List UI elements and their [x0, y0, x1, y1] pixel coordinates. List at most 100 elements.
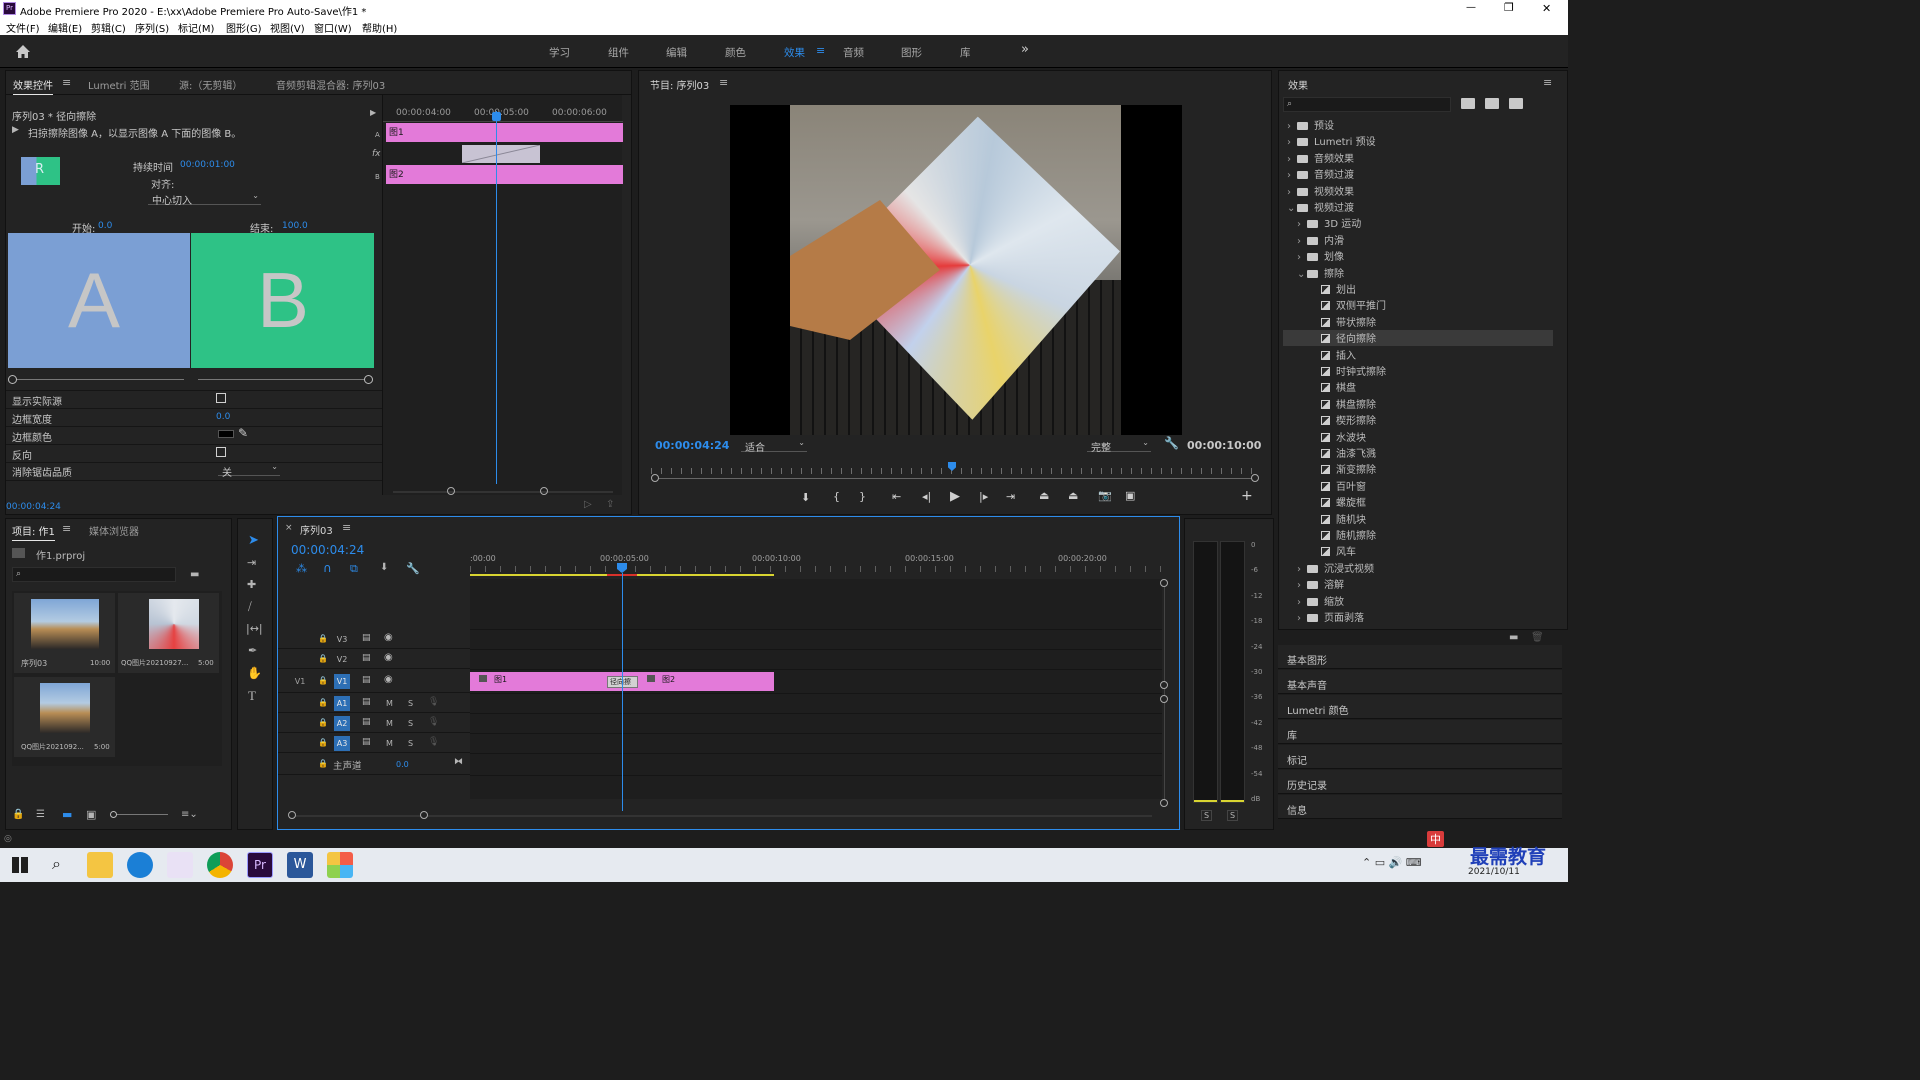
- project-item-image-2[interactable]: QQ图片2021092... 5:00: [14, 677, 115, 757]
- section-info[interactable]: 信息: [1278, 795, 1562, 819]
- section-libraries[interactable]: 库: [1278, 720, 1562, 744]
- new-bin-icon[interactable]: ▬: [1509, 632, 1518, 643]
- file-explorer-icon[interactable]: [87, 852, 113, 878]
- effect-item[interactable]: 棋盘擦除: [1283, 396, 1553, 412]
- fit-dropdown[interactable]: 适合 ⌄: [741, 437, 807, 454]
- mic-icon[interactable]: 🎙: [428, 717, 439, 727]
- duration-value[interactable]: 00:00:01:00: [180, 160, 235, 170]
- project-search-input[interactable]: ⌕: [12, 567, 176, 582]
- timeline-timecode[interactable]: 00:00:04:24: [291, 543, 364, 557]
- menu-file[interactable]: 文件(F): [6, 20, 40, 35]
- timeline-playhead[interactable]: [622, 573, 623, 811]
- timeline-clip-1[interactable]: 图1: [470, 672, 622, 691]
- mute-button[interactable]: M: [386, 739, 393, 748]
- tab-project[interactable]: 项目: 作1: [12, 523, 55, 541]
- new-bin-icon[interactable]: ▬: [190, 569, 199, 580]
- razor-tool-icon[interactable]: ⧸: [248, 600, 252, 614]
- export-icon[interactable]: ⇪: [606, 499, 614, 510]
- section-markers[interactable]: 标记: [1278, 745, 1562, 769]
- ec-clip-a[interactable]: 图1: [386, 123, 623, 142]
- menu-marker[interactable]: 标记(M): [178, 20, 214, 35]
- lock-icon[interactable]: 🔒: [318, 698, 328, 707]
- add-button-icon[interactable]: +: [1241, 488, 1253, 504]
- menu-graphics[interactable]: 图形(G): [226, 20, 262, 35]
- workspace-learn[interactable]: 学习: [549, 45, 570, 60]
- effect-item[interactable]: 百叶窗: [1283, 478, 1553, 494]
- film-icon[interactable]: ▤: [362, 717, 371, 727]
- tab-audio-clip-mixer[interactable]: 音频剪辑混合器: 序列03: [276, 77, 385, 92]
- menu-help[interactable]: 帮助(H): [362, 20, 397, 35]
- chevron-right-icon[interactable]: ›: [1297, 580, 1307, 591]
- word-icon[interactable]: W: [287, 852, 313, 878]
- delete-icon[interactable]: 🗑: [1531, 632, 1544, 643]
- ec-playhead-handle[interactable]: [492, 112, 501, 121]
- chevron-down-icon[interactable]: ⌄: [1297, 269, 1307, 280]
- effect-item[interactable]: 棋盘: [1283, 379, 1553, 395]
- track-select-tool-icon[interactable]: ⇥: [247, 556, 256, 569]
- film-icon[interactable]: ▤: [362, 675, 371, 685]
- workspace-color[interactable]: 颜色: [725, 45, 746, 60]
- vertical-scrollbar[interactable]: [1160, 579, 1170, 809]
- hand-tool-icon[interactable]: ✋: [247, 666, 262, 680]
- program-time-ruler[interactable]: [651, 459, 1259, 483]
- effect-item[interactable]: 划出: [1283, 281, 1553, 297]
- effect-item[interactable]: 随机块: [1283, 511, 1553, 527]
- workspace-audio[interactable]: 音频: [843, 45, 864, 60]
- search-icon[interactable]: ⌕: [52, 854, 61, 874]
- lock-icon[interactable]: 🔒: [318, 718, 328, 727]
- workspace-graphics[interactable]: 图形: [901, 45, 922, 60]
- add-marker-icon[interactable]: ⬇: [801, 491, 810, 504]
- effects-search-input[interactable]: ⌕: [1283, 97, 1451, 112]
- freeform-view-icon[interactable]: ▣: [86, 808, 96, 821]
- workspace-editing[interactable]: 编辑: [666, 45, 687, 60]
- menu-window[interactable]: 窗口(W): [314, 20, 352, 35]
- ec-zoom-scrollbar[interactable]: [389, 487, 619, 497]
- tray-icons[interactable]: ⌃ ▭ 🔊 ⌨: [1362, 856, 1422, 869]
- selection-tool-icon[interactable]: ➤: [248, 533, 259, 548]
- windows-start-icon[interactable]: [12, 857, 28, 873]
- chevron-right-icon[interactable]: ›: [1287, 187, 1297, 198]
- more-workspaces-icon[interactable]: »: [1021, 42, 1029, 57]
- effects-folder[interactable]: › Lumetri 预设: [1283, 133, 1553, 149]
- chevron-right-icon[interactable]: ›: [1297, 597, 1307, 608]
- comparison-view-icon[interactable]: ▣: [1125, 489, 1135, 502]
- step-back-icon[interactable]: ◂|: [922, 490, 931, 503]
- master-track-value[interactable]: 0.0: [396, 760, 409, 769]
- solo-button[interactable]: S: [408, 719, 413, 728]
- track-a1[interactable]: A1: [334, 696, 350, 711]
- wrench-icon[interactable]: 🔧: [406, 562, 420, 575]
- premiere-taskbar-icon[interactable]: Pr: [247, 852, 273, 878]
- wrench-icon[interactable]: 🔧: [1164, 436, 1179, 450]
- tab-lumetri-scopes[interactable]: Lumetri 范围: [88, 77, 150, 92]
- effects-folder[interactable]: ⌄ 擦除: [1283, 265, 1553, 281]
- sort-icon[interactable]: ≡⌄: [181, 809, 198, 820]
- close-button[interactable]: ✕: [1542, 2, 1551, 15]
- go-to-out-icon[interactable]: ⇥: [1006, 490, 1015, 503]
- play-preview-icon[interactable]: ▶: [12, 125, 19, 135]
- play-transition-icon[interactable]: ▶: [370, 108, 376, 117]
- effect-item[interactable]: 双侧平推门: [1283, 297, 1553, 313]
- list-view-icon[interactable]: ☰: [36, 809, 45, 820]
- eye-icon[interactable]: ◉: [384, 674, 393, 685]
- mute-button[interactable]: M: [386, 719, 393, 728]
- minimize-button[interactable]: —: [1466, 2, 1476, 13]
- effect-item[interactable]: 带状擦除: [1283, 314, 1553, 330]
- chevron-right-icon[interactable]: ›: [1297, 613, 1307, 624]
- eye-icon[interactable]: ◉: [384, 652, 393, 663]
- go-to-in-icon[interactable]: ⇤: [892, 490, 901, 503]
- slip-tool-icon[interactable]: |↔|: [246, 622, 263, 635]
- effect-item[interactable]: 水波块: [1283, 429, 1553, 445]
- effect-item[interactable]: 风车: [1283, 543, 1553, 559]
- start-slider[interactable]: [8, 375, 186, 385]
- effect-item[interactable]: 随机擦除: [1283, 527, 1553, 543]
- project-item-image-1[interactable]: QQ图片20210927... 5:00: [118, 593, 219, 673]
- mute-button[interactable]: M: [386, 699, 393, 708]
- menu-icon[interactable]: ≡: [816, 44, 825, 57]
- ime-icon[interactable]: 中: [1427, 831, 1444, 847]
- effect-item[interactable]: 插入: [1283, 347, 1553, 363]
- ec-current-time[interactable]: 00:00:04:24: [6, 502, 61, 512]
- mark-in-icon[interactable]: {: [833, 490, 840, 503]
- mark-out-icon[interactable]: }: [859, 490, 866, 503]
- lift-icon[interactable]: ⏏: [1039, 489, 1049, 502]
- chevron-right-icon[interactable]: ›: [1297, 219, 1307, 230]
